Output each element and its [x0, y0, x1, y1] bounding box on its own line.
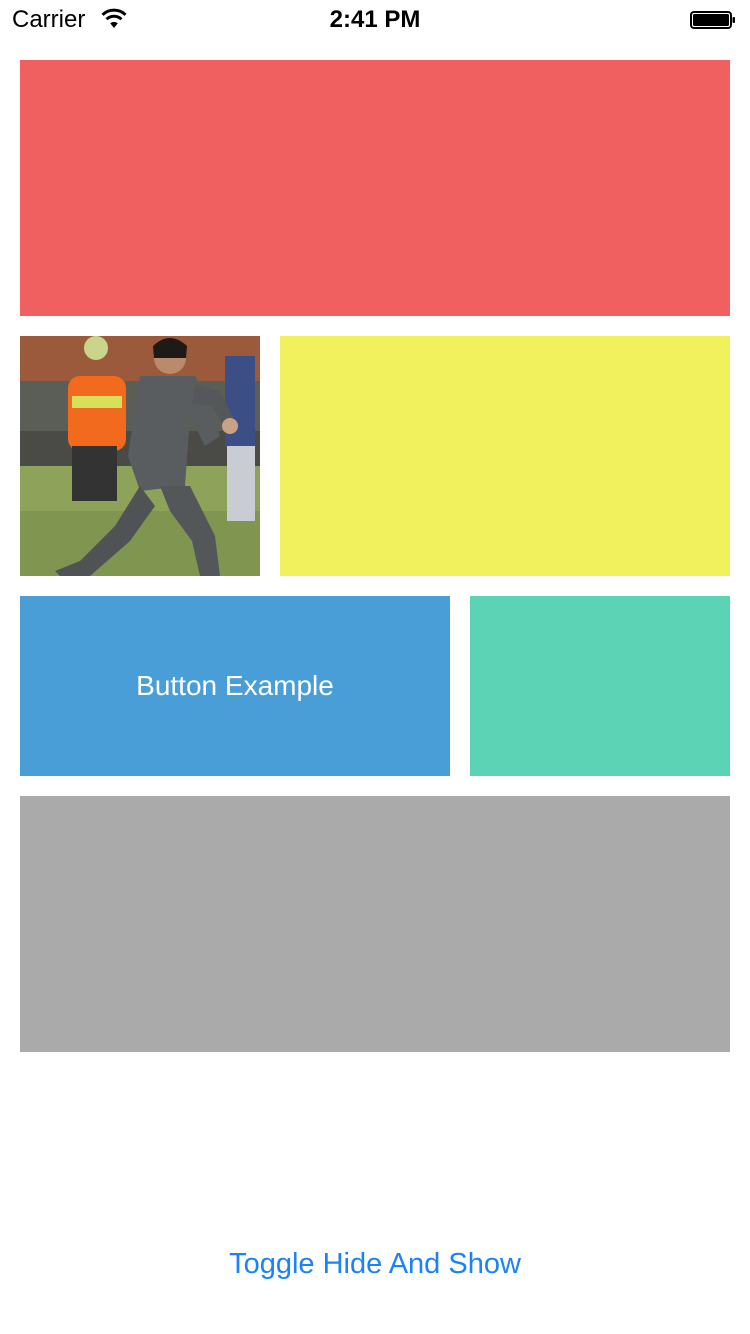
- yellow-block: [280, 336, 730, 576]
- gray-block: [20, 796, 730, 1052]
- toggle-hide-show-button[interactable]: Toggle Hide And Show: [0, 1246, 750, 1282]
- button-example-label: Button Example: [136, 670, 334, 701]
- button-example[interactable]: Button Example: [20, 596, 450, 776]
- red-block: [20, 60, 730, 316]
- battery-icon: [690, 11, 736, 29]
- soccer-coach-photo: [20, 336, 260, 576]
- status-bar: Carrier 2:41 PM: [0, 0, 750, 40]
- green-block: [470, 596, 730, 776]
- clock-time: 2:41 PM: [329, 6, 421, 33]
